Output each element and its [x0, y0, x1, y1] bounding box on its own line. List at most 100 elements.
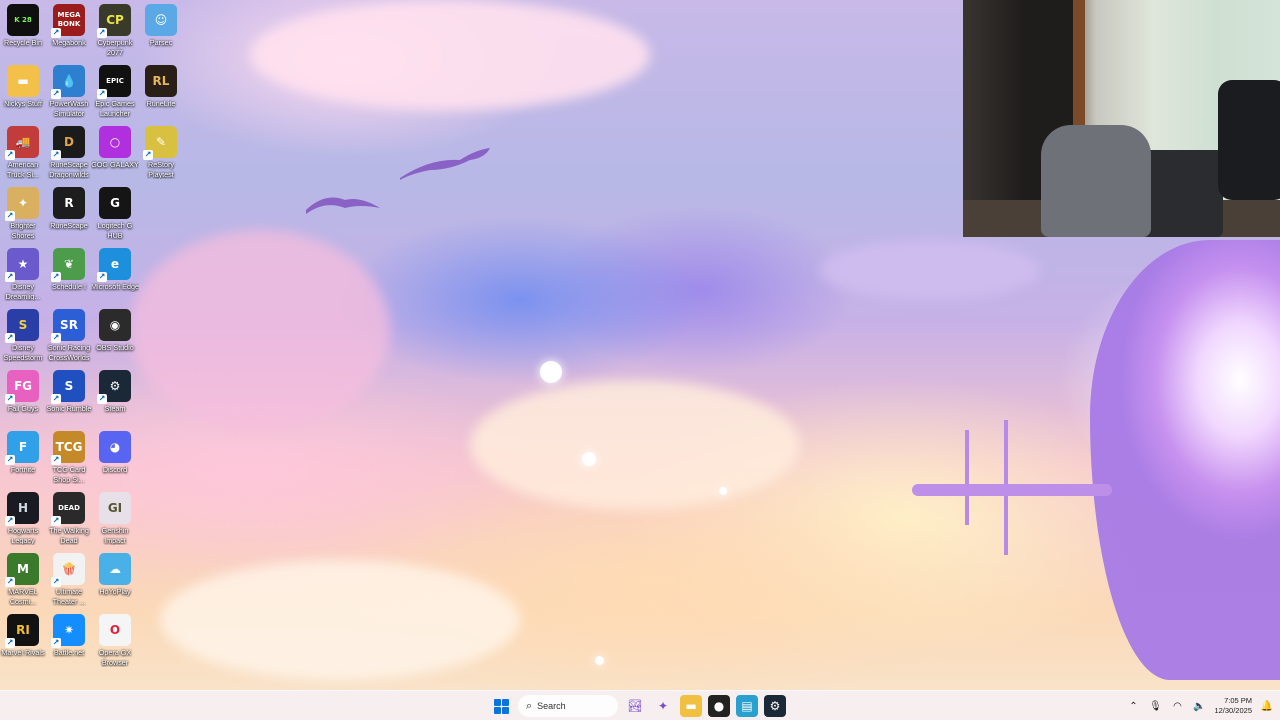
notepad-icon[interactable]: ▤: [736, 695, 758, 717]
desktop-icon[interactable]: ❦ ↗ Schedule I: [46, 244, 92, 305]
clock-date: 12/30/2025: [1214, 706, 1252, 715]
steam-taskbar-icon[interactable]: ⚙: [764, 695, 786, 717]
icon-glyph: S: [64, 378, 74, 393]
desktop-icon[interactable]: ✦ ↗ Brighter Shores: [0, 183, 46, 244]
icon-glyph: FG: [13, 378, 33, 393]
desktop-icon-label: ReStory Playtest: [148, 160, 174, 179]
desktop-icon[interactable]: S ↗ Disney Speedstorm: [0, 305, 46, 366]
desktop-icon[interactable]: ▬ Nickys Stuff: [0, 61, 46, 122]
desktop-icon[interactable]: CP ↗ Cyberpunk 2077: [92, 0, 138, 61]
chevron-up-icon[interactable]: ⌃: [1126, 701, 1140, 712]
desktop-icon[interactable]: S ↗ Sonic Rumble: [46, 366, 92, 427]
app-badge-icon[interactable]: ●: [708, 695, 730, 717]
desktop-icon[interactable]: FG ↗ Fall Guys: [0, 366, 46, 427]
desktop-icon[interactable]: 🍿 ↗ Ultimate Theater ...: [46, 549, 92, 610]
icon-glyph: ✷: [63, 622, 75, 637]
desktop-icon[interactable]: ☁ HoYoPlay: [92, 549, 138, 610]
shortcut-arrow-icon: ↗: [51, 333, 61, 343]
microphone-icon[interactable]: 🎙: [1148, 701, 1162, 712]
desktop-icon[interactable]: G Logitech G HUB: [92, 183, 138, 244]
obs-icon: ◉: [99, 309, 131, 341]
file-explorer-icon[interactable]: ▬: [680, 695, 702, 717]
wifi-icon[interactable]: ◠: [1170, 701, 1184, 712]
start-button[interactable]: [490, 695, 512, 717]
walking-dead-icon: DEAD ↗: [51, 492, 85, 526]
desktop-icon[interactable]: F ↗ Fortnite: [0, 427, 46, 488]
desktop-icon[interactable]: EPIC ↗ Epic Games Launcher: [92, 61, 138, 122]
clock[interactable]: 7:05 PM 12/30/2025: [1214, 696, 1252, 716]
shortcut-arrow-icon: ↗: [5, 150, 15, 160]
taskbar-app-glyph: 🏞: [627, 699, 643, 713]
desktop-icon[interactable]: R RuneScape: [46, 183, 92, 244]
desktop-icon-label: PowerWash Simulator: [49, 99, 89, 118]
desktop-icon[interactable]: M ↗ MARVEL Cosmi...: [0, 549, 46, 610]
shortcut-arrow-icon: ↗: [51, 394, 61, 404]
desktop-icon[interactable]: RL RuneLite: [138, 61, 184, 122]
cyberpunk-icon: CP ↗: [97, 4, 131, 38]
desktop-icon[interactable]: ◉ OBS Studio: [92, 305, 138, 366]
desktop-icon[interactable]: ◕ Discord: [92, 427, 138, 488]
desktop-empty-slot: [138, 488, 184, 549]
runescape-icon: R: [53, 187, 85, 219]
icon-glyph: MEGA BONK: [57, 11, 81, 28]
notification-bell-icon[interactable]: 🔔: [1260, 701, 1274, 712]
desktop-icon-label: MARVEL Cosmi...: [8, 587, 38, 606]
desktop-icon-label: Parsec: [149, 38, 173, 47]
icon-glyph: M: [17, 561, 29, 576]
widgets-icon[interactable]: 🏞: [624, 695, 646, 717]
desktop-icon[interactable]: DEAD ↗ The Walking Dead: [46, 488, 92, 549]
desktop-empty-slot: [138, 610, 184, 671]
desktop-icon[interactable]: 💧 ↗ PowerWash Simulator: [46, 61, 92, 122]
desktop-icon[interactable]: 🚚 ↗ American Truck Si...: [0, 122, 46, 183]
desktop-icon[interactable]: ✷ ↗ Battle.net: [46, 610, 92, 671]
desktop-icon[interactable]: MEGA BONK ↗ Megabonk: [46, 0, 92, 61]
taskbar-search[interactable]: ⌕ Search: [518, 695, 618, 717]
shortcut-arrow-icon: ↗: [5, 455, 15, 465]
folder-icon: ▬: [7, 65, 39, 97]
desktop-icon[interactable]: ✎ ↗ ReStory Playtest: [138, 122, 184, 183]
clock-time: 7:05 PM: [1224, 696, 1252, 705]
desktop-icon-label: Disney Dreamlig...: [5, 282, 41, 301]
shortcut-arrow-icon: ↗: [5, 516, 15, 526]
shortcut-arrow-icon: ↗: [51, 89, 61, 99]
desktop-icon[interactable]: e ↗ Microsoft Edge: [91, 244, 139, 305]
desktop-empty-slot: [138, 427, 184, 488]
taskbar-pinned-apps: 🏞 ✦ ▬ ● ▤ ⚙: [624, 695, 786, 717]
desktop-icon-label: Battle.net: [53, 648, 85, 657]
powerwash-icon: 💧 ↗: [51, 65, 85, 99]
desktop-icon[interactable]: TCG ↗ TCG Card Shop Si...: [46, 427, 92, 488]
icon-glyph: DEAD: [58, 503, 80, 512]
hoyoplay-icon: ☁: [99, 553, 131, 585]
tcg-card-shop-icon: TCG ↗: [51, 431, 85, 465]
taskbar-app-glyph: ▬: [685, 699, 697, 713]
desktop-icon[interactable]: K 28 Recycle Bin: [0, 0, 46, 61]
desktop-icon-label: RuneScape: [50, 221, 88, 230]
system-tray: ⌃ 🎙 ◠ 🔈 7:05 PM 12/30/2025 🔔: [1126, 691, 1280, 720]
volume-icon[interactable]: 🔈: [1192, 701, 1206, 712]
icon-glyph: RL: [152, 73, 170, 88]
desktop-icon[interactable]: ☺ Parsec: [138, 0, 184, 61]
sonic-rumble-icon: S ↗: [51, 370, 85, 404]
icon-glyph: H: [17, 500, 29, 515]
theater-icon: 🍿 ↗: [51, 553, 85, 587]
recycle-bin-icon: K 28: [7, 4, 39, 36]
desktop-icon[interactable]: H ↗ Hogwarts Legacy: [0, 488, 46, 549]
edge-icon: e ↗: [97, 248, 131, 282]
desktop-icon[interactable]: D ↗ RuneScape Dragonwilds: [46, 122, 92, 183]
desktop-icon[interactable]: ★ ↗ Disney Dreamlig...: [0, 244, 46, 305]
desktop-icon[interactable]: RI ↗ Marvel Rivals: [0, 610, 46, 671]
sonic-racing-icon: SR ↗: [51, 309, 85, 343]
shortcut-arrow-icon: ↗: [51, 455, 61, 465]
shortcut-arrow-icon: ↗: [97, 272, 107, 282]
desktop-icon[interactable]: ○ GOG GALAXY: [91, 122, 139, 183]
webcam-overlay: [963, 0, 1280, 237]
desktop-icon[interactable]: SR ↗ Sonic Racing CrossWorlds: [46, 305, 92, 366]
epic-games-icon: EPIC ↗: [97, 65, 131, 99]
desktop-icon[interactable]: O Opera GX Browser: [92, 610, 138, 671]
copilot-icon[interactable]: ✦: [652, 695, 674, 717]
shortcut-arrow-icon: ↗: [5, 211, 15, 221]
desktop-icon[interactable]: GI Genshin Impact: [92, 488, 138, 549]
desktop-icon-label: Genshin Impact: [101, 526, 129, 545]
desktop-icon[interactable]: ⚙ ↗ Steam: [92, 366, 138, 427]
icon-glyph: D: [64, 134, 74, 149]
